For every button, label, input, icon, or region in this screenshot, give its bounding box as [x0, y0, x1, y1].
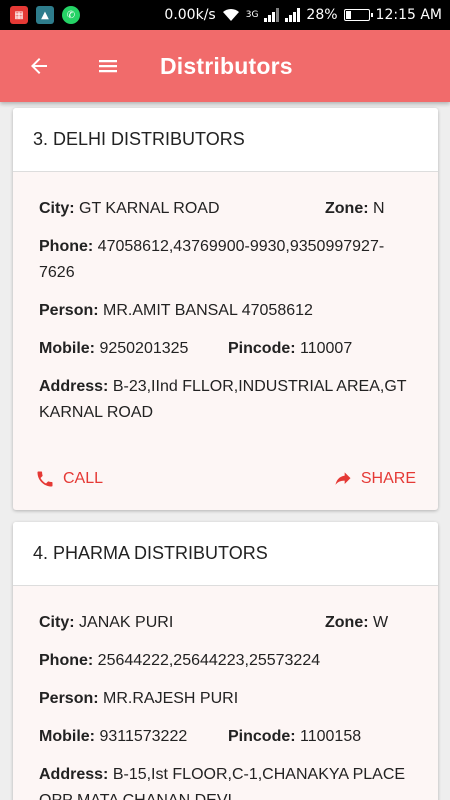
distributor-name: 3. DELHI DISTRIBUTORS	[13, 108, 438, 172]
city-value: GT KARNAL ROAD	[79, 200, 220, 217]
person-value: MR.RAJESH PURI	[103, 690, 239, 707]
signal-icon-1	[264, 8, 280, 22]
battery-percent: 28%	[306, 7, 338, 23]
person-label: Person:	[39, 302, 99, 319]
mobile-value: 9311573222	[99, 728, 188, 745]
distributor-name: 4. PHARMA DISTRIBUTORS	[13, 522, 438, 586]
whatsapp-notification-icon: ✆	[62, 6, 80, 24]
calendar-notification-icon: ▦	[10, 6, 28, 24]
arrow-back-icon	[31, 58, 47, 74]
network-speed: 0.00k/s	[164, 7, 216, 23]
distributor-list[interactable]: 3. DELHI DISTRIBUTORS City: GT KARNAL RO…	[0, 102, 450, 800]
phone-label: Phone:	[39, 238, 94, 255]
app-bar: Distributors	[0, 30, 450, 102]
person-value: MR.AMIT BANSAL 47058612	[103, 302, 313, 319]
city-label: City:	[39, 614, 75, 631]
battery-icon	[343, 9, 373, 21]
phone-label: Phone:	[39, 652, 94, 669]
address-label: Address:	[39, 378, 109, 395]
hamburger-menu-icon	[99, 60, 117, 73]
zone-value: W	[373, 614, 389, 631]
share-label: SHARE	[360, 470, 416, 487]
signal-icon-2	[285, 8, 301, 22]
person-label: Person:	[39, 690, 99, 707]
pincode-label: Pincode:	[228, 340, 296, 357]
mobile-label: Mobile:	[39, 728, 95, 745]
phone-icon	[37, 471, 53, 487]
pincode-value: 1100158	[300, 728, 362, 745]
share-arrow-icon	[335, 472, 351, 485]
call-label: CALL	[63, 470, 104, 487]
zone-label: Zone:	[325, 614, 369, 631]
back-button[interactable]	[0, 30, 78, 102]
mobile-label: Mobile:	[39, 340, 95, 357]
status-bar: ▦ ▲ ✆ 0.00k/s 3G 28% 12:15 AM	[0, 0, 450, 30]
network-type: 3G	[245, 10, 259, 20]
phone-value: 25644222,25644223,25573224	[97, 652, 321, 669]
page-title: Distributors	[160, 52, 293, 79]
zone-value: N	[373, 200, 385, 217]
distributor-card: 3. DELHI DISTRIBUTORS City: GT KARNAL RO…	[13, 108, 438, 510]
distributor-card: 4. PHARMA DISTRIBUTORS City: JANAK PURI …	[13, 522, 438, 800]
clock: 12:15 AM	[375, 7, 442, 23]
menu-button[interactable]	[78, 30, 140, 102]
wifi-icon	[222, 8, 239, 21]
zone-label: Zone:	[325, 200, 369, 217]
pincode-value: 110007	[300, 340, 353, 357]
city-label: City:	[39, 200, 75, 217]
mobile-value: 9250201325	[99, 340, 189, 357]
city-value: JANAK PURI	[79, 614, 174, 631]
call-button[interactable]: CALL	[35, 469, 103, 489]
share-button[interactable]: SHARE	[333, 469, 416, 489]
gallery-notification-icon: ▲	[36, 6, 54, 24]
pincode-label: Pincode:	[228, 728, 296, 745]
address-label: Address:	[39, 766, 109, 783]
